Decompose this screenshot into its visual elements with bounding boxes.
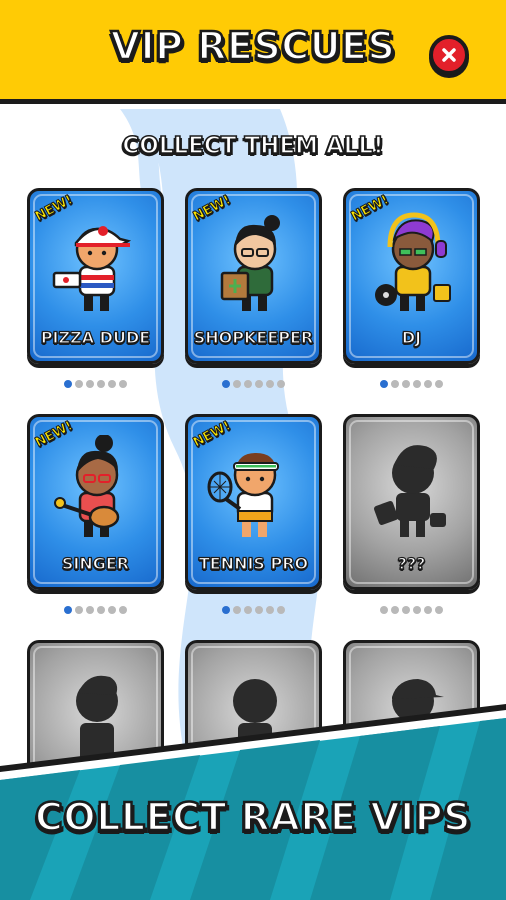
page-dot-active <box>64 606 72 614</box>
page-dot <box>266 606 274 614</box>
card-label: PIZZA DUDE <box>40 327 151 347</box>
page-dot-active <box>222 380 230 388</box>
page-dot <box>108 380 116 388</box>
page-dot <box>380 606 388 614</box>
dj-character-icon <box>375 212 451 311</box>
page-dot <box>391 380 399 388</box>
page-dot <box>435 380 443 388</box>
page-dot <box>119 380 127 388</box>
promo-banner-text: COLLECT RARE VIPS <box>34 794 472 841</box>
page-dot <box>233 380 241 388</box>
page-dot <box>244 606 252 614</box>
card-label: DJ <box>401 327 422 347</box>
header-bar: VIP RESCUES <box>0 0 506 104</box>
page-dot <box>75 606 83 614</box>
page-dot <box>402 380 410 388</box>
card-label: ??? <box>397 553 426 573</box>
vip-card-tennis-pro[interactable]: NEW! TENNIS PRO <box>185 414 322 590</box>
page-dot <box>75 380 83 388</box>
page-dot <box>277 380 285 388</box>
page-dot-active <box>64 380 72 388</box>
page-dot <box>86 380 94 388</box>
page-dot <box>413 606 421 614</box>
vip-card-dj[interactable]: NEW! DJ <box>343 188 480 364</box>
page-dot <box>266 380 274 388</box>
close-x-icon <box>442 48 456 62</box>
page-dot <box>255 380 263 388</box>
vip-card-locked[interactable]: ??? <box>343 414 480 590</box>
page-dot <box>97 606 105 614</box>
card-page-dots <box>343 380 480 390</box>
vip-card-singer[interactable]: NEW! SINGER <box>27 414 164 590</box>
page-dot <box>97 380 105 388</box>
page-dot <box>108 606 116 614</box>
tennis-pro-character-icon <box>207 453 279 537</box>
pizza-dude-character-icon <box>52 226 132 311</box>
page-dot <box>435 606 443 614</box>
collect-subtitle: COLLECT THEM ALL! <box>122 132 385 160</box>
card-page-dots <box>27 380 164 390</box>
card-page-dots <box>27 606 164 616</box>
vip-card-shopkeeper[interactable]: NEW! SHOPKEEPER <box>185 188 322 364</box>
page-dot <box>255 606 263 614</box>
singer-character-icon <box>54 435 120 537</box>
page-dot <box>86 606 94 614</box>
shopkeeper-character-icon <box>220 215 280 311</box>
page-dot-active <box>222 606 230 614</box>
page-dot <box>424 606 432 614</box>
locked-silhouette-icon <box>374 445 446 537</box>
card-label: SHOPKEEPER <box>193 327 314 347</box>
vip-card-pizza-dude[interactable]: NEW! PIZZA DUDE <box>27 188 164 364</box>
page-dot <box>402 606 410 614</box>
page-dot <box>119 606 127 614</box>
card-label: TENNIS PRO <box>198 553 309 573</box>
card-label: SINGER <box>61 553 130 573</box>
page-dot <box>424 380 432 388</box>
close-button[interactable] <box>429 35 469 75</box>
page-dot <box>413 380 421 388</box>
card-page-dots <box>343 606 480 616</box>
page-dot <box>244 380 252 388</box>
card-page-dots <box>185 606 322 616</box>
page-dot-active <box>380 380 388 388</box>
page-dot <box>391 606 399 614</box>
card-page-dots <box>185 380 322 390</box>
page-dot <box>277 606 285 614</box>
page-dot <box>233 606 241 614</box>
